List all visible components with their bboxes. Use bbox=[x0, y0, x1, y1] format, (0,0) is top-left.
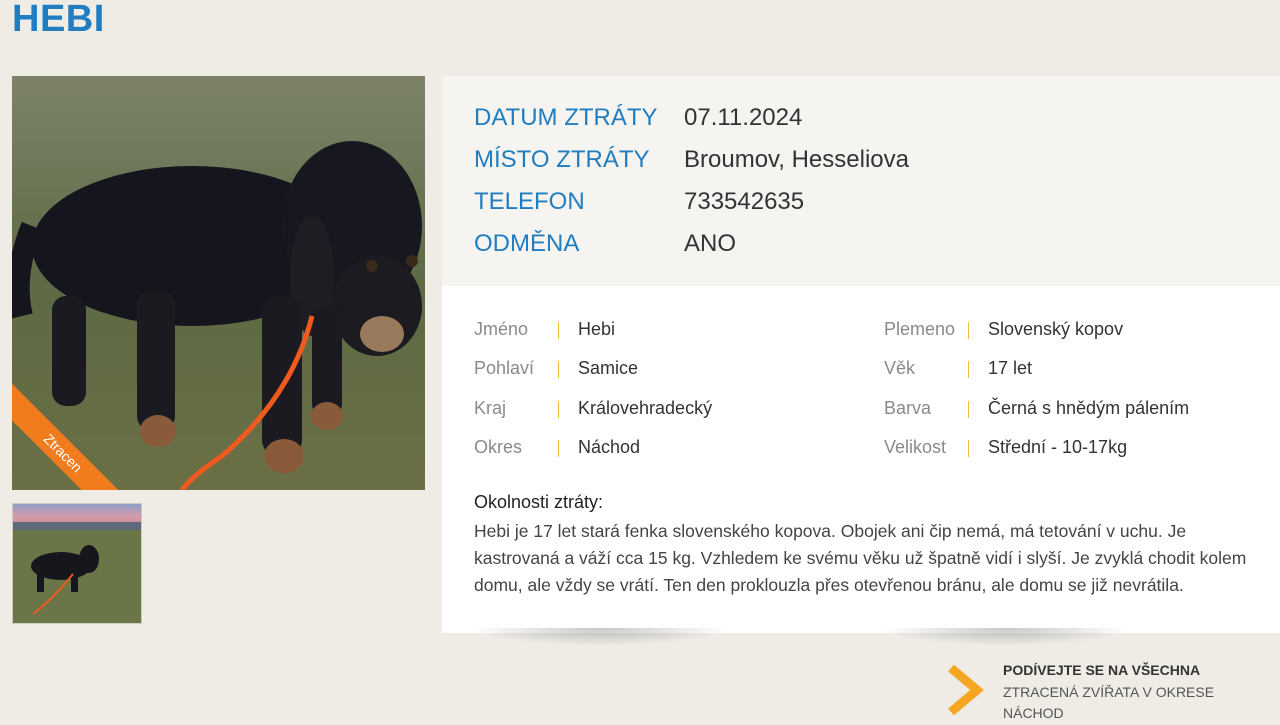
key-label: DATUM ZTRÁTY bbox=[474, 104, 658, 131]
detail-separator bbox=[558, 361, 559, 378]
panel-shadow-right bbox=[880, 628, 1130, 646]
key-info-section: DATUM ZTRÁTY 07.11.2024 MÍSTO ZTRÁTY Bro… bbox=[442, 76, 1280, 286]
cta-subtext: ZTRACENÁ ZVÍŘATA V OKRESE NÁCHOD bbox=[1003, 684, 1215, 721]
main-dog-photo[interactable]: Ztracen bbox=[12, 76, 425, 490]
key-value: 07.11.2024 bbox=[684, 104, 803, 131]
key-value: ANO bbox=[684, 230, 737, 257]
circumstances-text: Hebi je 17 let stará fenka slovenského k… bbox=[474, 521, 1247, 595]
detail-label: Pohlaví bbox=[474, 358, 535, 378]
key-label: MÍSTO ZTRÁTY bbox=[474, 146, 650, 173]
info-panel: DATUM ZTRÁTY 07.11.2024 MÍSTO ZTRÁTY Bro… bbox=[442, 76, 1280, 633]
chevron-right-icon bbox=[948, 664, 984, 716]
key-label: TELEFON bbox=[474, 188, 585, 215]
detail-label: Velikost bbox=[884, 437, 947, 457]
detail-label: Barva bbox=[884, 398, 932, 418]
detail-value: Černá s hnědým pálením bbox=[988, 398, 1190, 418]
detail-label: Kraj bbox=[474, 398, 507, 418]
circumstances-title: Okolnosti ztráty: bbox=[474, 492, 604, 512]
detail-separator bbox=[968, 440, 969, 457]
detail-separator bbox=[968, 401, 969, 418]
photo-thumbnail[interactable] bbox=[12, 503, 142, 624]
page-title: HEBI bbox=[12, 0, 105, 40]
detail-value: Samice bbox=[578, 358, 639, 378]
detail-value: Slovenský kopov bbox=[988, 319, 1124, 339]
detail-label: Okres bbox=[474, 437, 523, 457]
detail-separator bbox=[968, 322, 969, 339]
detail-separator bbox=[558, 401, 559, 418]
detail-separator bbox=[968, 361, 969, 378]
detail-value: 17 let bbox=[988, 358, 1033, 378]
lost-ribbon: Ztracen bbox=[12, 370, 132, 490]
view-all-lost-animals-link[interactable]: PODÍVEJTE SE NA VŠECHNA ZTRACENÁ ZVÍŘATA… bbox=[945, 660, 1275, 722]
cta-heading: PODÍVEJTE SE NA VŠECHNA bbox=[1003, 662, 1201, 678]
thumbnail-illustration bbox=[13, 504, 141, 623]
detail-separator bbox=[558, 440, 559, 457]
detail-label: Věk bbox=[884, 358, 916, 378]
lost-ribbon-label: Ztracen bbox=[12, 383, 132, 490]
detail-value: Královehradecký bbox=[578, 398, 713, 418]
detail-label: Jméno bbox=[474, 319, 529, 339]
detail-value: Střední - 10-17kg bbox=[988, 437, 1128, 457]
detail-value: Hebi bbox=[578, 319, 616, 339]
key-value[interactable]: 733542635 bbox=[684, 188, 804, 216]
detail-label: Plemeno bbox=[884, 319, 956, 339]
detail-separator bbox=[558, 322, 559, 339]
key-label: ODMĚNA bbox=[474, 230, 580, 257]
detail-value: Náchod bbox=[578, 437, 641, 457]
panel-shadow-left bbox=[470, 628, 730, 646]
key-value: Broumov, Hesseliova bbox=[684, 146, 909, 173]
